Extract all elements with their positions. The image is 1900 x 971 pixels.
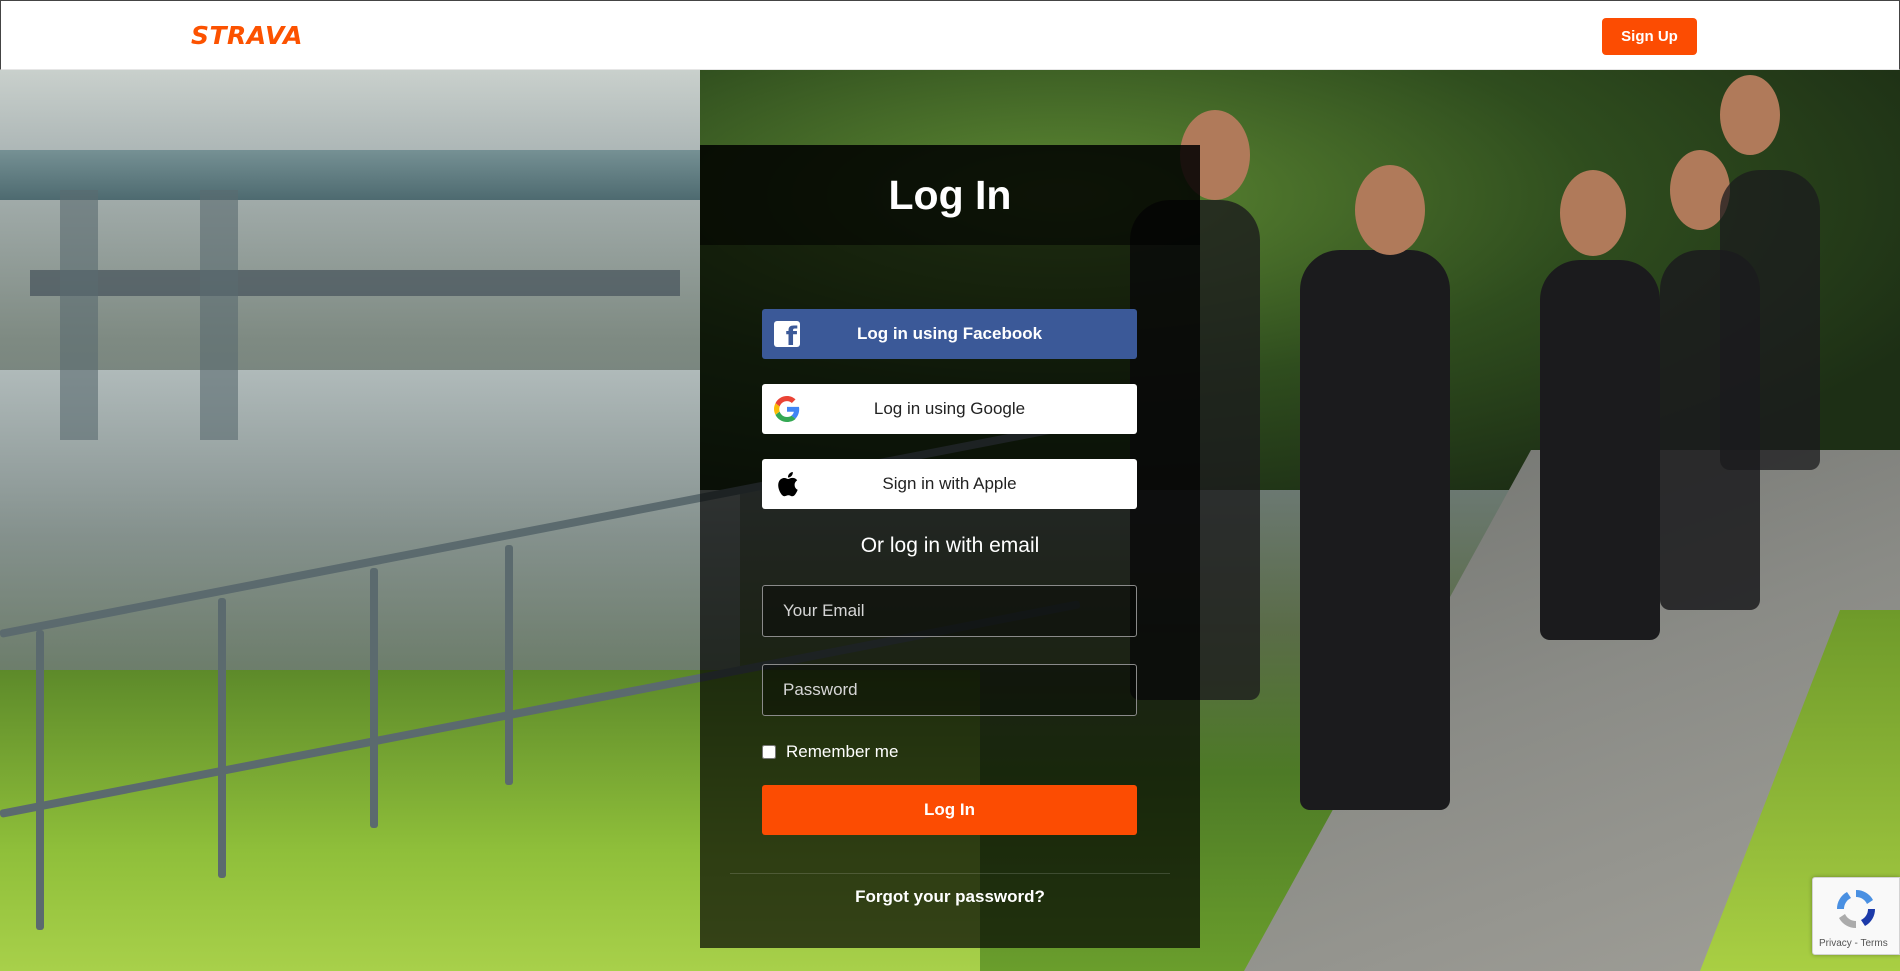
google-icon	[774, 396, 800, 422]
forgot-password-link[interactable]: Forgot your password?	[700, 887, 1200, 907]
runner-head	[1355, 165, 1425, 255]
recaptcha-privacy-terms[interactable]: Privacy - Terms	[1819, 938, 1900, 949]
fence-post	[36, 630, 44, 930]
fence-post	[370, 568, 378, 828]
runner-head	[1720, 75, 1780, 155]
apple-login-label: Sign in with Apple	[882, 474, 1017, 493]
recaptcha-icon	[1836, 889, 1876, 929]
apple-icon	[774, 471, 800, 497]
top-navigation-bar: STRAVA Sign Up	[0, 0, 1900, 70]
strava-logo[interactable]: STRAVA	[191, 21, 303, 50]
bridge-pillar	[200, 190, 238, 440]
runner	[1720, 170, 1820, 470]
card-divider-line	[730, 873, 1170, 874]
apple-login-button[interactable]: Sign in with Apple	[762, 459, 1137, 509]
recaptcha-badge[interactable]: Privacy - Terms	[1812, 877, 1900, 955]
google-login-button[interactable]: Log in using Google	[762, 384, 1137, 434]
log-in-submit-button[interactable]: Log In	[762, 785, 1137, 835]
remember-me-label: Remember me	[786, 742, 899, 761]
login-title: Log In	[888, 171, 1012, 218]
email-input[interactable]	[762, 585, 1137, 637]
runner-head	[1560, 170, 1626, 256]
login-card: Log In f Log in using Facebook Log in us…	[700, 145, 1200, 948]
fence-post	[505, 545, 513, 785]
runner	[1300, 250, 1450, 810]
email-login-divider: Or log in with email	[860, 534, 1040, 557]
remember-me-checkbox[interactable]	[762, 745, 776, 759]
login-card-header: Log In	[700, 145, 1200, 245]
bridge-scene	[0, 150, 720, 200]
bridge-pillar	[60, 190, 98, 440]
password-input[interactable]	[762, 664, 1137, 716]
runner	[1540, 260, 1660, 640]
facebook-login-button[interactable]: f Log in using Facebook	[762, 309, 1137, 359]
facebook-login-label: Log in using Facebook	[856, 324, 1043, 343]
bridge-lower-deck	[30, 270, 680, 296]
sign-up-button[interactable]: Sign Up	[1602, 18, 1697, 55]
facebook-icon: f	[774, 321, 800, 350]
google-login-label: Log in using Google	[873, 399, 1026, 418]
fence-post	[218, 598, 226, 878]
remember-me-control[interactable]: Remember me	[762, 742, 898, 762]
